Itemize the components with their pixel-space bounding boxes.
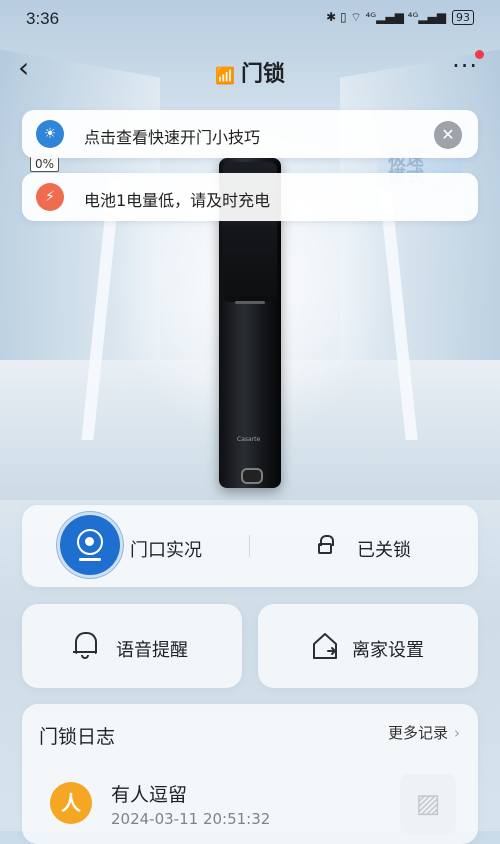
notification-dot bbox=[475, 50, 484, 59]
live-view-label[interactable]: 门口实况 bbox=[130, 536, 202, 562]
battery-notice-text: 电池1电量低，请及时充电 bbox=[84, 191, 271, 210]
more-records-link[interactable]: 更多记录 › bbox=[388, 722, 460, 743]
title-bar: ‹ 📶 门锁 ··· bbox=[0, 44, 500, 94]
card-divider bbox=[249, 535, 250, 557]
bell-icon-clapper bbox=[81, 655, 89, 659]
page-title: 📶 门锁 bbox=[0, 56, 500, 88]
log-title: 门锁日志 bbox=[39, 726, 116, 748]
bell-icon-base bbox=[73, 651, 97, 653]
live-status-card: 门口实况 已关锁 bbox=[22, 505, 478, 587]
away-settings-tile[interactable]: 离家设置 bbox=[258, 604, 478, 688]
lock-brand-logo: Casarte bbox=[237, 436, 261, 443]
status-time: 3:36 bbox=[26, 9, 60, 28]
wifi-icon: 📶 bbox=[215, 66, 235, 85]
battery-percent-badge: 0% bbox=[30, 156, 60, 172]
voice-reminder-tile[interactable]: 语音提醒 bbox=[22, 604, 242, 688]
lock-log-card: 门锁日志 更多记录 › 人 有人逗留 2024-03-11 20:51:32 ▨ bbox=[22, 704, 478, 844]
log-entry-time: 2024-03-11 20:51:32 bbox=[111, 810, 271, 828]
house-leave-icon bbox=[313, 633, 337, 659]
log-entry-event[interactable]: 有人逗留 bbox=[111, 780, 187, 807]
battery-notice[interactable]: ⚡ 电池1电量低，请及时充电 bbox=[22, 173, 478, 221]
status-icons: ✱ ▯ ⌔ ⁴ᴳ▂▄▆ ⁴ᴳ▂▄▆ 93 bbox=[326, 10, 474, 25]
lock-icon bbox=[318, 535, 334, 555]
camera-stand bbox=[79, 558, 101, 561]
signal-icons: ✱ ▯ ⌔ ⁴ᴳ▂▄▆ ⁴ᴳ▂▄▆ bbox=[326, 10, 446, 24]
more-records-label: 更多记录 bbox=[387, 724, 448, 742]
away-settings-label: 离家设置 bbox=[352, 640, 424, 661]
person-icon: 人 bbox=[50, 782, 92, 824]
live-view-button[interactable] bbox=[60, 515, 120, 575]
lock-status-label[interactable]: 已关锁 bbox=[357, 536, 411, 562]
battery-warning-icon: ⚡ bbox=[36, 183, 64, 211]
lightbulb-icon: ☀ bbox=[36, 120, 64, 148]
close-icon[interactable]: ✕ bbox=[434, 121, 462, 149]
voice-reminder-label: 语音提醒 bbox=[116, 640, 188, 661]
lock-fingerprint-sensor bbox=[241, 468, 263, 484]
chevron-right-icon: › bbox=[454, 724, 460, 742]
lock-icon-body bbox=[318, 543, 332, 554]
battery-icon: 93 bbox=[452, 10, 474, 25]
camera-icon bbox=[77, 529, 103, 555]
status-bar: 3:36 ✱ ▯ ⌔ ⁴ᴳ▂▄▆ ⁴ᴳ▂▄▆ 93 bbox=[0, 0, 500, 36]
page-title-text: 门锁 bbox=[240, 62, 285, 87]
tip-notice[interactable]: ☀ 点击查看快速开门小技巧 ✕ bbox=[22, 110, 478, 158]
bell-icon bbox=[73, 632, 97, 659]
tip-notice-text: 点击查看快速开门小技巧 bbox=[84, 128, 261, 147]
lock-handle bbox=[235, 301, 265, 304]
image-thumbnail-icon[interactable]: ▨ bbox=[400, 774, 456, 834]
more-icon[interactable]: ··· bbox=[452, 52, 478, 80]
